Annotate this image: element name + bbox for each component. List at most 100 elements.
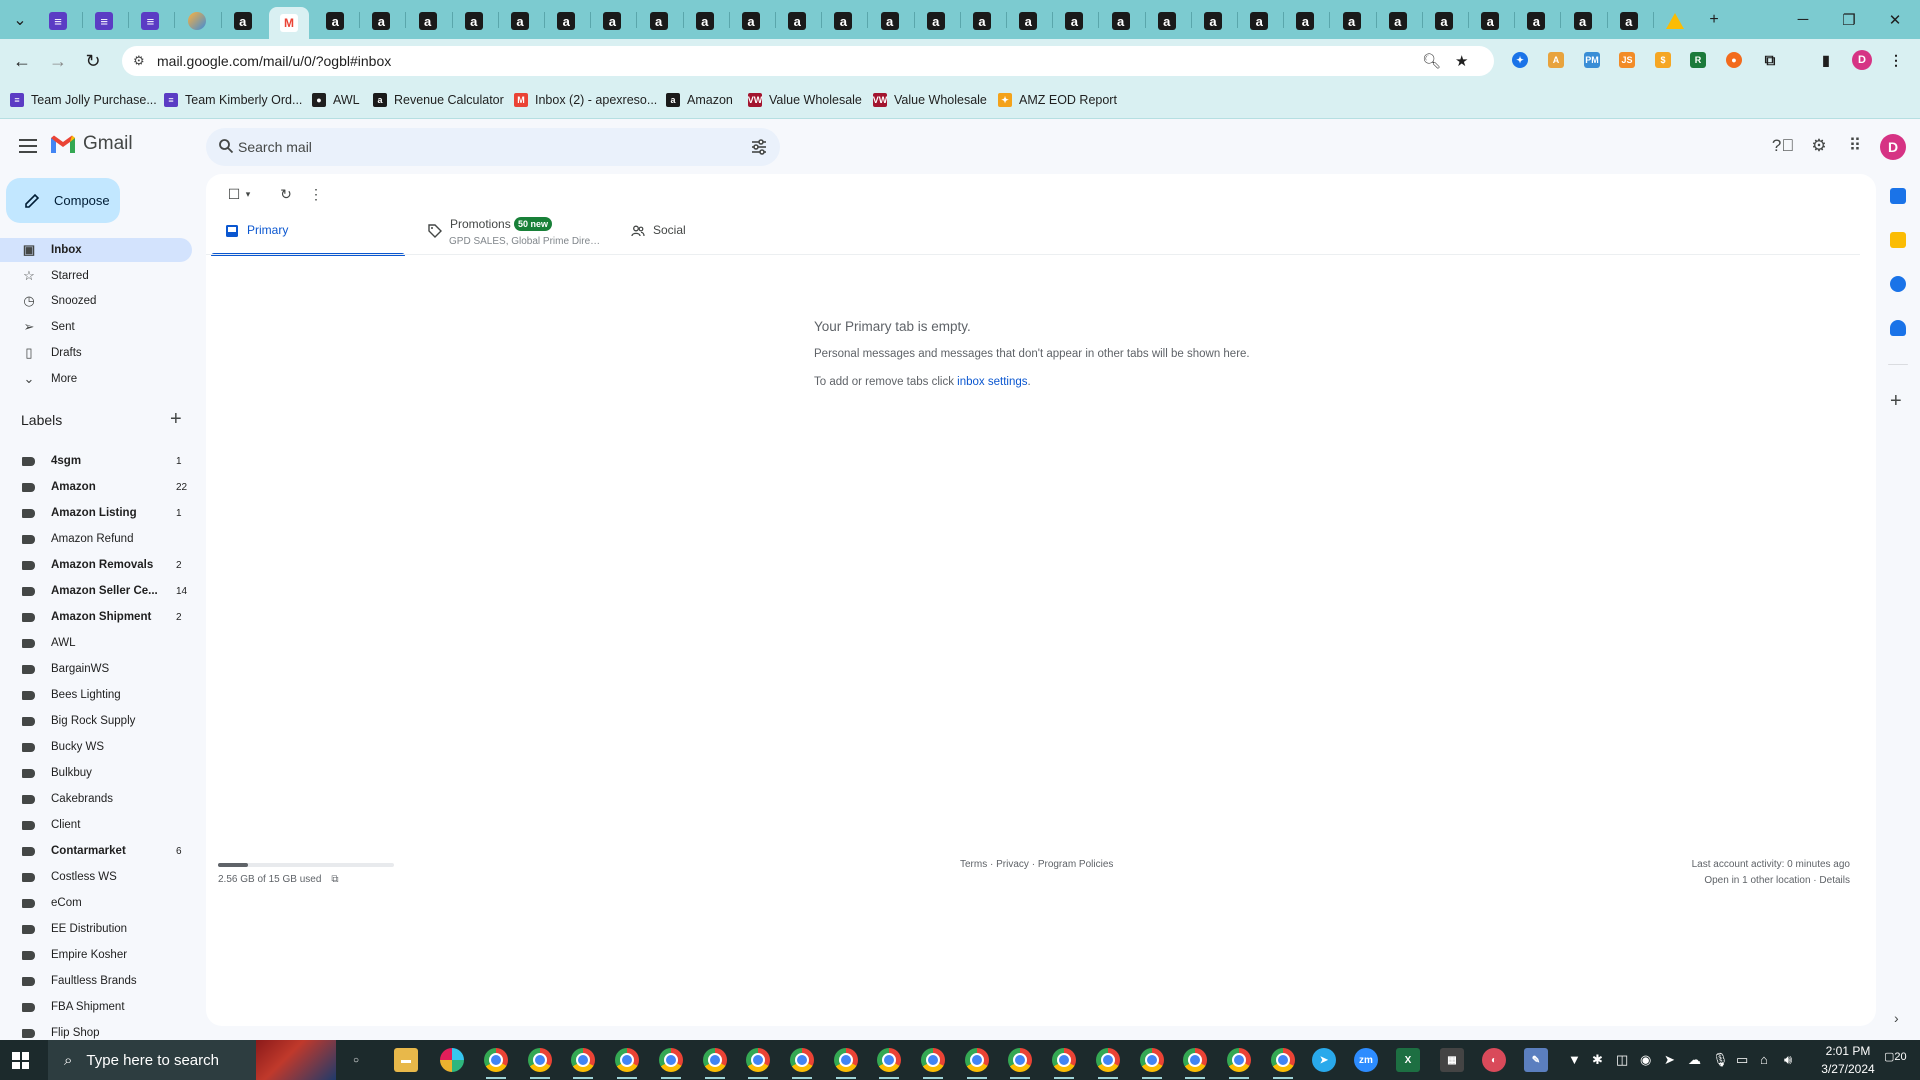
label-item[interactable]: FBA Shipment	[0, 996, 192, 1018]
tab-promotions[interactable]: Promotions	[414, 208, 608, 256]
chrome-window-icon[interactable]	[527, 1048, 552, 1072]
tab-social[interactable]: Social	[617, 208, 811, 256]
browser-tab[interactable]: a	[454, 6, 494, 36]
extension-icon[interactable]: $	[1655, 52, 1671, 68]
url-text[interactable]: mail.google.com/mail/u/0/?ogbl#inbox	[157, 53, 391, 69]
tray-icon[interactable]: ▭	[1736, 1052, 1748, 1068]
slack-icon[interactable]	[440, 1048, 464, 1072]
zoom-tray-icon[interactable]: ◉	[1640, 1052, 1651, 1068]
open-external-icon[interactable]: ⧉	[331, 874, 338, 885]
browser-tab[interactable]: a	[962, 6, 1002, 36]
chrome-window-icon[interactable]	[833, 1048, 858, 1072]
site-info-icon[interactable]: ⚙	[133, 53, 145, 69]
side-panel-icon[interactable]: ▮	[1818, 52, 1834, 68]
search-options-icon[interactable]	[750, 138, 768, 156]
chrome-window-icon[interactable]	[702, 1048, 727, 1072]
chrome-window-icon[interactable]	[746, 1048, 771, 1072]
extension-icon[interactable]: PM	[1584, 52, 1600, 68]
tasks-icon[interactable]	[1890, 276, 1906, 292]
keep-icon[interactable]	[1890, 232, 1906, 248]
contacts-icon[interactable]	[1890, 320, 1906, 336]
back-button[interactable]: ←	[8, 47, 36, 75]
bookmark-star-icon[interactable]: ★	[1455, 52, 1468, 70]
browser-tab[interactable]: a	[731, 6, 771, 36]
browser-tab[interactable]: a	[916, 6, 956, 36]
label-item[interactable]: Amazon Shipment 2	[0, 606, 192, 628]
label-item[interactable]: Amazon Removals 2	[0, 554, 192, 576]
extension-icon[interactable]: ✦	[1512, 52, 1528, 68]
label-item[interactable]: Flip Shop	[0, 1022, 192, 1040]
chrome-window-icon[interactable]	[1008, 1048, 1033, 1072]
label-item[interactable]: Amazon Refund	[0, 528, 192, 550]
browser-tab[interactable]: a	[777, 6, 817, 36]
chrome-window-icon[interactable]	[1052, 1048, 1077, 1072]
zoom-icon[interactable]: zm	[1354, 1048, 1378, 1072]
chrome-window-icon[interactable]	[789, 1048, 814, 1072]
browser-tab[interactable]: a	[870, 6, 910, 36]
label-item[interactable]: Amazon Seller Ce... 14	[0, 580, 192, 602]
reload-button[interactable]: ↻	[79, 47, 107, 75]
create-label-icon[interactable]: +	[170, 408, 182, 431]
details-link[interactable]: Details	[1819, 875, 1850, 886]
browser-tab[interactable]: a	[546, 6, 586, 36]
browser-tab-active[interactable]: M	[269, 7, 309, 39]
browser-tab[interactable]: a	[1285, 6, 1325, 36]
app-icon[interactable]: ◐	[1482, 1048, 1506, 1072]
bookmark-item[interactable]: VW Value Wholesale	[873, 91, 987, 109]
browser-tab[interactable]: a	[500, 6, 540, 36]
chrome-window-icon[interactable]	[615, 1048, 640, 1072]
browser-tab[interactable]: a	[1193, 6, 1233, 36]
label-item[interactable]: Cakebrands	[0, 788, 192, 810]
tray-icon[interactable]: ▼	[1568, 1052, 1581, 1067]
get-addons-icon[interactable]: +	[1890, 390, 1902, 413]
sidebar-item-sent[interactable]: ➢ Sent	[0, 315, 192, 339]
chrome-window-icon[interactable]	[571, 1048, 596, 1072]
browser-tab[interactable]: a	[1332, 6, 1372, 36]
network-icon[interactable]: ⌂	[1760, 1052, 1768, 1067]
chrome-window-icon[interactable]	[1139, 1048, 1164, 1072]
notepad-icon[interactable]: ✎	[1524, 1048, 1548, 1072]
new-tab-button[interactable]: +	[1702, 8, 1726, 32]
search-bar[interactable]	[206, 128, 780, 166]
sidebar-item-starred[interactable]: ☆ Starred	[0, 264, 192, 288]
telegram-tray-icon[interactable]: ➤	[1664, 1052, 1675, 1068]
inbox-settings-link[interactable]: inbox settings	[957, 376, 1027, 388]
sidebar-item-more[interactable]: ⌄ More	[0, 367, 192, 391]
browser-tab[interactable]: a	[1563, 6, 1603, 36]
search-highlight-widget[interactable]	[256, 1040, 336, 1080]
bookmark-item[interactable]: a Amazon	[666, 91, 733, 109]
browser-tab[interactable]: a	[315, 6, 355, 36]
bookmark-item[interactable]: VW Value Wholesale	[748, 91, 862, 109]
forward-button[interactable]: →	[44, 47, 72, 75]
bookmark-item[interactable]: M Inbox (2) - apexreso...	[514, 91, 657, 109]
extension-icon[interactable]: ●	[1726, 52, 1742, 68]
hide-side-panel-icon[interactable]: ›	[1894, 1010, 1899, 1026]
chrome-window-icon[interactable]	[1095, 1048, 1120, 1072]
browser-tab[interactable]: a	[1378, 6, 1418, 36]
restore-button[interactable]: ❐	[1826, 0, 1872, 39]
taskbar-search-input[interactable]	[86, 1051, 237, 1069]
excel-icon[interactable]: X	[1396, 1048, 1420, 1072]
close-window-button[interactable]: ✕	[1872, 0, 1918, 39]
label-item[interactable]: Bucky WS	[0, 736, 192, 758]
browser-tab[interactable]: a	[592, 6, 632, 36]
label-item[interactable]: Empire Kosher	[0, 944, 192, 966]
bookmark-item[interactable]: ✦ AMZ EOD Report	[998, 91, 1117, 109]
zoom-icon[interactable]: 🔍︎	[1422, 52, 1441, 70]
microphone-icon[interactable]: 🎙︎	[1712, 1052, 1729, 1068]
browser-tab[interactable]: a	[639, 6, 679, 36]
label-item[interactable]: EE Distribution	[0, 918, 192, 940]
calculator-icon[interactable]: ▦	[1440, 1048, 1464, 1072]
label-item[interactable]: BargainWS	[0, 658, 192, 680]
tray-icon[interactable]: ✱	[1592, 1052, 1603, 1068]
onedrive-icon[interactable]: ☁	[1688, 1052, 1701, 1068]
label-item[interactable]: Client	[0, 814, 192, 836]
refresh-icon[interactable]: ↻	[274, 182, 298, 206]
tab-primary[interactable]: Primary	[211, 208, 405, 256]
profile-avatar[interactable]: D	[1852, 50, 1872, 70]
google-apps-icon[interactable]: ⠿	[1844, 135, 1866, 157]
file-explorer-icon[interactable]: ▬	[394, 1048, 418, 1072]
browser-tab[interactable]: a	[1609, 6, 1649, 36]
label-item[interactable]: Costless WS	[0, 866, 192, 888]
browser-tab[interactable]: a	[361, 6, 401, 36]
